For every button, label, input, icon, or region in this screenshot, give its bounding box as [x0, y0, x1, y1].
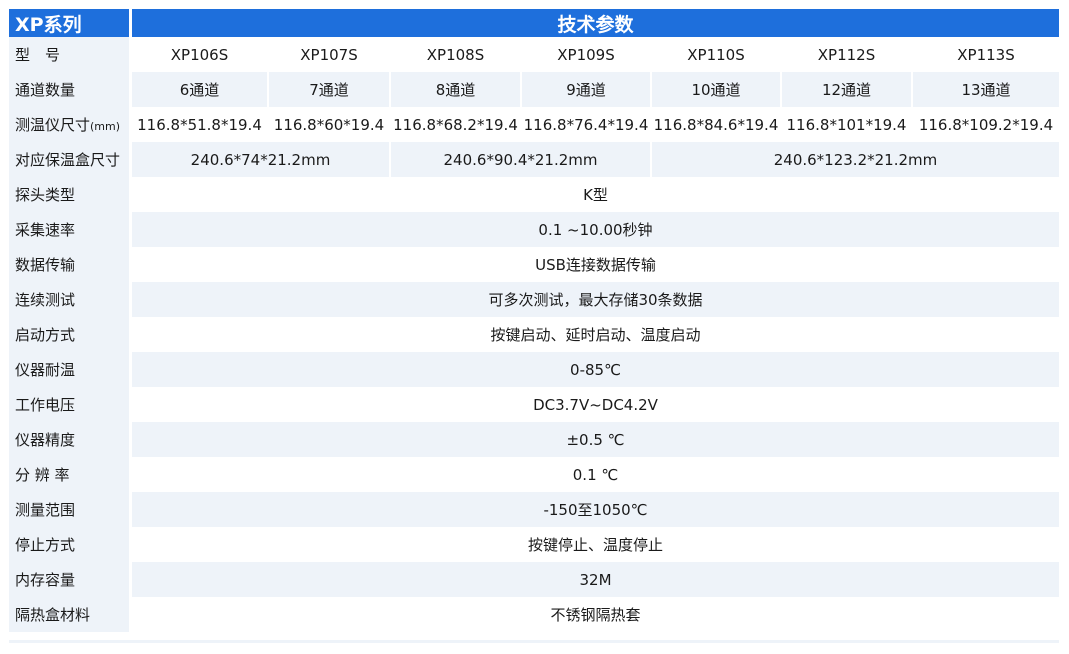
box-size-cell: 240.6*74*21.2mm: [132, 142, 391, 177]
size-row: 测温仪尺寸(mm) 116.8*51.8*19.4 116.8*60*19.4 …: [9, 107, 1059, 142]
spec-value: -150至1050℃: [132, 492, 1059, 527]
header-row: XP系列 技术参数: [9, 9, 1059, 37]
size-cell: 116.8*101*19.4: [782, 107, 913, 142]
spec-value: 按键启动、延时启动、温度启动: [132, 317, 1059, 352]
row-label: 分 辨 率: [9, 457, 132, 492]
row-label: 探头类型: [9, 177, 132, 212]
spec-value: 不锈钢隔热套: [132, 597, 1059, 632]
spec-table: XP系列 技术参数 型 号 XP106S XP107S XP108S XP109…: [9, 9, 1059, 632]
spec-value: 按键停止、温度停止: [132, 527, 1059, 562]
row-label: 采集速率: [9, 212, 132, 247]
row-label: 对应保温盒尺寸: [9, 142, 132, 177]
size-cell: 116.8*76.4*19.4: [522, 107, 652, 142]
spec-row: 测量范围 -150至1050℃: [9, 492, 1059, 527]
row-label: 仪器精度: [9, 422, 132, 457]
channels-cell: 10通道: [652, 72, 782, 107]
row-label: 连续测试: [9, 282, 132, 317]
size-cell: 116.8*51.8*19.4: [132, 107, 269, 142]
row-label: 测量范围: [9, 492, 132, 527]
spec-value: 0.1 ℃: [132, 457, 1059, 492]
spec-row: 隔热盒材料 不锈钢隔热套: [9, 597, 1059, 632]
row-label: 仪器耐温: [9, 352, 132, 387]
spec-value: 可多次测试，最大存储30条数据: [132, 282, 1059, 317]
spec-sheet: XP系列 技术参数 型 号 XP106S XP107S XP108S XP109…: [9, 9, 1059, 632]
size-unit: (mm): [90, 120, 121, 133]
box-size-cell: 240.6*90.4*21.2mm: [391, 142, 652, 177]
row-label: 停止方式: [9, 527, 132, 562]
model-row: 型 号 XP106S XP107S XP108S XP109S XP110S X…: [9, 37, 1059, 72]
model-cell: XP112S: [782, 37, 913, 72]
spec-title: 技术参数: [132, 9, 1059, 37]
size-cell: 116.8*68.2*19.4: [391, 107, 522, 142]
row-label: 启动方式: [9, 317, 132, 352]
spec-row: 内存容量 32M: [9, 562, 1059, 597]
model-cell: XP108S: [391, 37, 522, 72]
spec-row: 连续测试 可多次测试，最大存储30条数据: [9, 282, 1059, 317]
spec-row: 仪器精度 ±0.5 ℃: [9, 422, 1059, 457]
bottom-divider: [9, 640, 1059, 643]
spec-row: 工作电压 DC3.7V~DC4.2V: [9, 387, 1059, 422]
spec-value: 0.1 ~10.00秒钟: [132, 212, 1059, 247]
spec-row: 分 辨 率 0.1 ℃: [9, 457, 1059, 492]
spec-value: USB连接数据传输: [132, 247, 1059, 282]
row-label: 型 号: [9, 37, 132, 72]
spec-row: 探头类型 K型: [9, 177, 1059, 212]
spec-row: 采集速率 0.1 ~10.00秒钟: [9, 212, 1059, 247]
model-cell: XP106S: [132, 37, 269, 72]
box-size-row: 对应保温盒尺寸 240.6*74*21.2mm 240.6*90.4*21.2m…: [9, 142, 1059, 177]
model-cell: XP109S: [522, 37, 652, 72]
model-cell: XP110S: [652, 37, 782, 72]
spec-value: ±0.5 ℃: [132, 422, 1059, 457]
spec-row: 启动方式 按键启动、延时启动、温度启动: [9, 317, 1059, 352]
channels-cell: 12通道: [782, 72, 913, 107]
channels-cell: 6通道: [132, 72, 269, 107]
model-cell: XP113S: [913, 37, 1059, 72]
channels-cell: 13通道: [913, 72, 1059, 107]
row-label: 数据传输: [9, 247, 132, 282]
row-label: 通道数量: [9, 72, 132, 107]
channels-cell: 9通道: [522, 72, 652, 107]
row-label: 测温仪尺寸(mm): [9, 107, 132, 142]
row-label: 隔热盒材料: [9, 597, 132, 632]
spec-value: DC3.7V~DC4.2V: [132, 387, 1059, 422]
spec-value: 32M: [132, 562, 1059, 597]
spec-value: K型: [132, 177, 1059, 212]
channels-row: 通道数量 6通道 7通道 8通道 9通道 10通道 12通道 13通道: [9, 72, 1059, 107]
size-cell: 116.8*84.6*19.4: [652, 107, 782, 142]
channels-cell: 7通道: [269, 72, 391, 107]
row-label: 工作电压: [9, 387, 132, 422]
spec-row: 停止方式 按键停止、温度停止: [9, 527, 1059, 562]
series-title: XP系列: [9, 9, 132, 37]
size-label: 测温仪尺寸: [15, 116, 91, 134]
spec-value: 0-85℃: [132, 352, 1059, 387]
model-cell: XP107S: [269, 37, 391, 72]
spec-row: 数据传输 USB连接数据传输: [9, 247, 1059, 282]
channels-cell: 8通道: [391, 72, 522, 107]
size-cell: 116.8*109.2*19.4: [913, 107, 1059, 142]
box-size-cell: 240.6*123.2*21.2mm: [652, 142, 1059, 177]
spec-row: 仪器耐温 0-85℃: [9, 352, 1059, 387]
size-cell: 116.8*60*19.4: [269, 107, 391, 142]
row-label: 内存容量: [9, 562, 132, 597]
